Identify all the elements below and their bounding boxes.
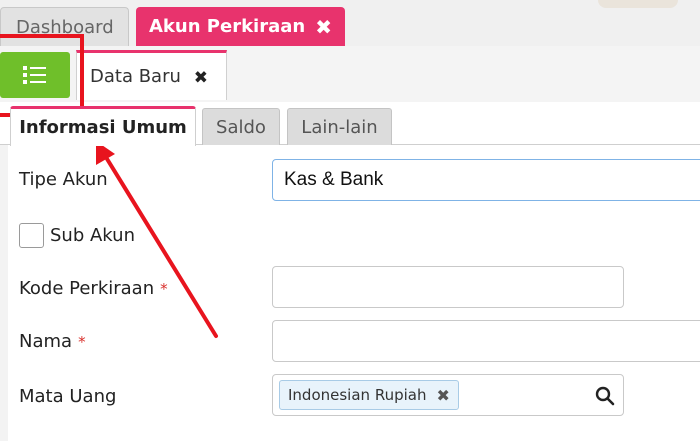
- tab-lain-lain-label: Lain-lain: [301, 116, 378, 138]
- tab-dashboard-label: Dashboard: [16, 16, 114, 38]
- tab-saldo-label: Saldo: [216, 116, 266, 138]
- tab-dashboard[interactable]: Dashboard: [0, 7, 129, 46]
- tab-data-baru[interactable]: Data Baru ✖: [76, 50, 227, 100]
- kode-perkiraan-input[interactable]: [272, 266, 624, 308]
- tipe-akun-value: Kas & Bank: [284, 169, 384, 190]
- tab-saldo[interactable]: Saldo: [202, 108, 280, 145]
- close-icon[interactable]: ✖: [194, 68, 208, 88]
- tab-informasi-umum[interactable]: Informasi Umum: [10, 106, 196, 146]
- search-icon[interactable]: [595, 386, 615, 406]
- sub-akun-label: Sub Akun: [50, 225, 135, 246]
- tipe-akun-label: Tipe Akun: [19, 169, 108, 190]
- nama-label: Nama *: [19, 331, 86, 352]
- tab-data-baru-label: Data Baru: [90, 66, 181, 87]
- list-button[interactable]: [0, 52, 70, 98]
- remove-icon[interactable]: ✖: [436, 386, 449, 405]
- mata-uang-label: Mata Uang: [19, 386, 117, 407]
- currency-chip: Indonesian Rupiah ✖: [279, 380, 459, 410]
- sub-akun-checkbox[interactable]: [19, 223, 44, 248]
- list-icon: [23, 66, 46, 84]
- required-marker: *: [78, 333, 86, 351]
- decorative-shape: [598, 0, 678, 8]
- required-marker: *: [160, 280, 168, 298]
- currency-chip-label: Indonesian Rupiah: [288, 386, 427, 404]
- kode-perkiraan-text: Kode Perkiraan: [19, 278, 155, 299]
- kode-perkiraan-label: Kode Perkiraan *: [19, 278, 168, 299]
- nama-text: Nama: [19, 331, 73, 352]
- tab-lain-lain[interactable]: Lain-lain: [287, 108, 392, 145]
- nama-input[interactable]: [272, 320, 700, 362]
- close-icon[interactable]: ✖: [315, 15, 332, 39]
- tab-informasi-umum-label: Informasi Umum: [19, 117, 187, 138]
- tab-akun-perkiraan-label: Akun Perkiraan: [149, 16, 306, 37]
- tipe-akun-select[interactable]: Kas & Bank: [272, 159, 700, 201]
- tab-akun-perkiraan[interactable]: Akun Perkiraan ✖: [136, 7, 345, 46]
